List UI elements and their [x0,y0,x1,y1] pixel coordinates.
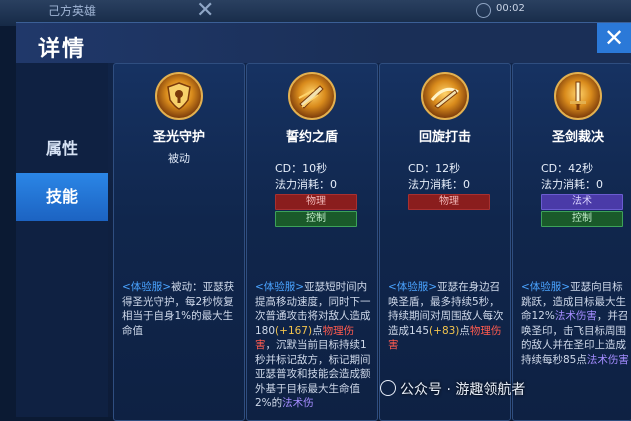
side-nav: 属性 技能 [16,63,108,417]
hud-title: 己方英雄 [48,4,97,18]
desc-scaling: (+83) [429,324,460,337]
skill-card-1[interactable]: 誓约之盾 CD：10秒 法力消耗：0 物理 控制 <体验服>亚瑟短时间内提高移动… [246,63,378,421]
tab-attributes[interactable]: 属性 [16,125,108,173]
effect-tag: 控制 [275,211,357,227]
skill-mana-cost: 法力消耗：0 [408,178,470,191]
holy-sword-icon [554,72,602,120]
desc-text: 点 [459,324,470,337]
skill-cooldown: CD：12秒 [408,162,461,175]
damage-type-tag: 物理 [408,194,490,210]
skill-name: 回旋打击 [418,130,471,145]
detail-panel: 详情 ✕ 属性 技能 圣光守护 被动 <体验服>被动：亚瑟获得圣光守护，每2秒恢… [16,22,631,421]
desc-server-tag: <体验服> [122,281,172,293]
desc-text: 点 [312,324,323,337]
close-button[interactable]: ✕ [597,23,631,53]
skill-card-ultimate[interactable]: 圣剑裁决 CD：42秒 法力消耗：0 法术 控制 <体验服>亚瑟向目标跳跃，造成… [512,63,631,421]
timer-icon [476,3,491,18]
desc-magic-damage: 法术伤害 [554,310,597,322]
skill-name: 誓约之盾 [285,130,338,145]
effect-tag: 控制 [541,211,623,227]
skill-mana-cost: 法力消耗：0 [541,178,603,191]
desc-magic-damage: 法术伤 [282,397,314,409]
skill-passive-label: 被动 [168,152,190,165]
skill-card-passive[interactable]: 圣光守护 被动 <体验服>被动：亚瑟获得圣光守护，每2秒恢复相当于自身1%的最大… [113,63,245,421]
skill-description: <体验服>亚瑟短时间内提高移动速度，同时下一次普通攻击将对敌人造成180(+16… [255,280,373,411]
damage-type-tag: 法术 [541,194,623,210]
hud-time: 00:02 [496,3,525,14]
skill-name: 圣剑裁决 [551,130,604,145]
desc-scaling: (+167) [275,324,313,337]
skill-card-2[interactable]: 回旋打击 CD：12秒 法力消耗：0 物理 <体验服>亚瑟在身边召唤圣盾，最多持… [379,63,511,421]
desc-server-tag: <体验服> [388,281,438,293]
skill-cooldown: CD：10秒 [275,162,328,175]
skill-description: <体验服>亚瑟向目标跳跃，造成目标最大生命12%法术伤害，并召唤圣印，击飞目标周… [521,280,631,367]
skill-description: <体验服>被动：亚瑟获得圣光守护，每2秒恢复相当于自身1%的最大生命值 [122,280,240,338]
damage-type-tag: 物理 [275,194,357,210]
spin-blade-icon [421,72,469,120]
desc-server-tag: <体验服> [521,281,571,293]
tab-skills[interactable]: 技能 [16,173,108,221]
sword-dash-icon [288,72,336,120]
desc-magic-damage: 法术伤害 [586,353,629,366]
wechat-icon [380,380,396,396]
skill-name: 圣光守护 [152,130,205,145]
hud-close-icon[interactable]: ✕ [196,0,214,23]
panel-header: 详情 ✕ [16,23,631,63]
watermark: 公众号 · 游趣领航者 [400,382,526,398]
shield-keyhole-icon [155,72,203,120]
skill-cooldown: CD：42秒 [541,162,594,175]
panel-title: 详情 [38,37,87,62]
skill-description: <体验服>亚瑟在身边召唤圣盾，最多持续5秒，持续期间对周围敌人每次造成145(+… [388,280,506,353]
skill-mana-cost: 法力消耗：0 [275,178,337,191]
desc-server-tag: <体验服> [255,281,305,293]
